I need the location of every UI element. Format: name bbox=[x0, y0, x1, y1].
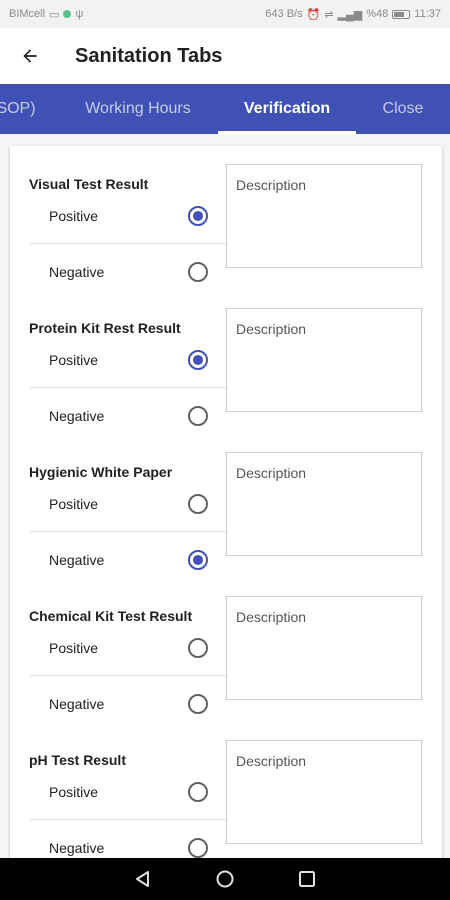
tab-sop[interactable]: SOP) bbox=[0, 84, 42, 134]
tab-label: SOP) bbox=[0, 100, 36, 117]
arrow-back-icon bbox=[23, 49, 37, 63]
back-button[interactable] bbox=[0, 28, 60, 84]
tab-bar: SOP) Working Hours Verification Close bbox=[0, 84, 450, 134]
network-speed: 643 B/s bbox=[265, 8, 303, 20]
radio-label: Negative bbox=[49, 264, 105, 280]
radio-label: Positive bbox=[49, 495, 99, 512]
square-recents-icon bbox=[299, 871, 315, 887]
radio-option-positive[interactable]: Positive bbox=[30, 476, 226, 532]
radio-button[interactable] bbox=[188, 262, 208, 282]
nav-recents-button[interactable] bbox=[295, 867, 319, 891]
tab-close[interactable]: Close bbox=[372, 84, 434, 134]
radio-label: Positive bbox=[49, 351, 99, 368]
verification-card: Visual Test ResultPositiveNegativeProtei… bbox=[10, 146, 442, 858]
clock: 11:37 bbox=[414, 8, 441, 20]
radio-button[interactable] bbox=[188, 781, 208, 802]
verification-section: Protein Kit Rest Result Positive Negative bbox=[10, 290, 442, 434]
radio-option-positive[interactable]: Positive bbox=[30, 188, 226, 244]
description-field[interactable] bbox=[226, 452, 422, 556]
radio-button[interactable] bbox=[188, 637, 208, 658]
radio-button[interactable] bbox=[188, 838, 208, 858]
radio-button[interactable] bbox=[188, 694, 208, 714]
app-bar: Sanitation Tabs bbox=[0, 28, 450, 84]
status-left: BIMcell ▭ ψ bbox=[9, 8, 83, 21]
description-field[interactable] bbox=[226, 596, 422, 700]
signal-icon: ▂▄▆ bbox=[337, 8, 363, 21]
verification-section: Visual Test Result Positive Negative bbox=[10, 146, 442, 290]
radio-option-positive[interactable]: Positive bbox=[30, 764, 226, 820]
radio-option-positive[interactable]: Positive bbox=[30, 620, 226, 676]
radio-label: Positive bbox=[49, 207, 99, 224]
tab-label: Working Hours bbox=[85, 100, 191, 117]
content-area[interactable]: Visual Test ResultPositiveNegativeProtei… bbox=[0, 134, 450, 858]
radio-button[interactable] bbox=[188, 349, 208, 370]
vibrate-icon: ⇌ bbox=[324, 8, 334, 21]
carrier-name: BIMcell bbox=[9, 8, 46, 20]
usb-icon: ψ bbox=[75, 8, 84, 20]
verification-section: pH Test Result Positive Negative bbox=[10, 722, 442, 858]
radio-button[interactable] bbox=[188, 406, 208, 426]
triangle-back-icon bbox=[136, 871, 149, 887]
radio-label: Negative bbox=[49, 552, 105, 568]
radio-button[interactable] bbox=[188, 205, 208, 226]
shield-icon bbox=[63, 10, 72, 18]
navigation-bar bbox=[0, 858, 450, 900]
description-field[interactable] bbox=[226, 308, 422, 412]
status-right: 643 B/s ⏰ ⇌ ▂▄▆ %48 11:37 bbox=[265, 8, 441, 21]
radio-label: Positive bbox=[49, 783, 99, 800]
radio-option-positive[interactable]: Positive bbox=[30, 332, 226, 388]
tab-label: Close bbox=[382, 100, 424, 117]
radio-label: Negative bbox=[49, 408, 105, 424]
verification-section: Hygienic White Paper Positive Negative bbox=[10, 434, 442, 578]
alarm-icon: ⏰ bbox=[306, 8, 321, 21]
circle-home-icon bbox=[216, 870, 234, 888]
radio-label: Negative bbox=[49, 696, 105, 712]
tab-verification[interactable]: Verification bbox=[218, 84, 356, 134]
verification-section: Chemical Kit Test Result Positive Negative bbox=[10, 578, 442, 722]
radio-option-negative[interactable]: Negative bbox=[30, 820, 226, 858]
page-title: Sanitation Tabs bbox=[75, 44, 223, 67]
radio-label: Negative bbox=[49, 840, 105, 856]
radio-button[interactable] bbox=[188, 550, 208, 570]
radio-button[interactable] bbox=[188, 493, 208, 514]
status-bar: BIMcell ▭ ψ 643 B/s ⏰ ⇌ ▂▄▆ %48 11:37 bbox=[0, 0, 450, 28]
description-field[interactable] bbox=[226, 740, 422, 844]
tab-working-hours[interactable]: Working Hours bbox=[72, 84, 204, 134]
description-field[interactable] bbox=[226, 164, 422, 268]
battery-icon bbox=[392, 9, 411, 19]
nav-home-button[interactable] bbox=[213, 867, 237, 891]
battery-percent: %48 bbox=[366, 8, 389, 20]
screen-icon: ▭ bbox=[49, 8, 60, 21]
tab-label: Verification bbox=[243, 100, 331, 117]
nav-back-button[interactable] bbox=[131, 867, 155, 891]
radio-label: Positive bbox=[49, 639, 99, 656]
